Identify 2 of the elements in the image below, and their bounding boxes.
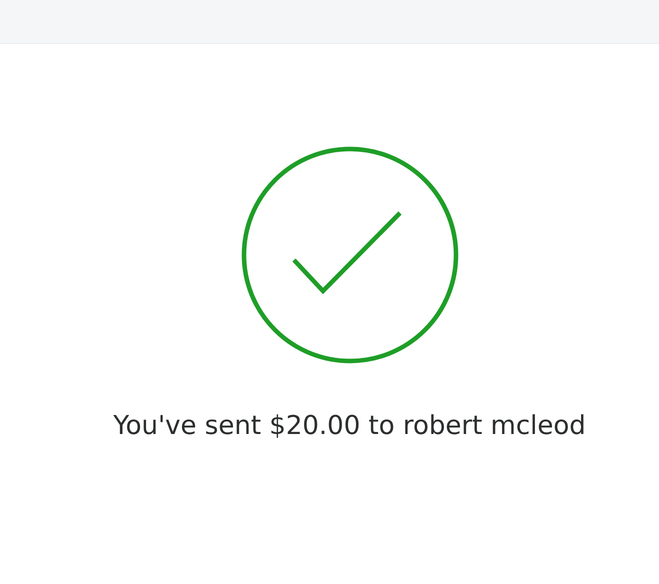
check-circle-icon <box>240 146 458 364</box>
confirmation-message: You've sent $20.00 to robert mcleod <box>113 411 586 441</box>
